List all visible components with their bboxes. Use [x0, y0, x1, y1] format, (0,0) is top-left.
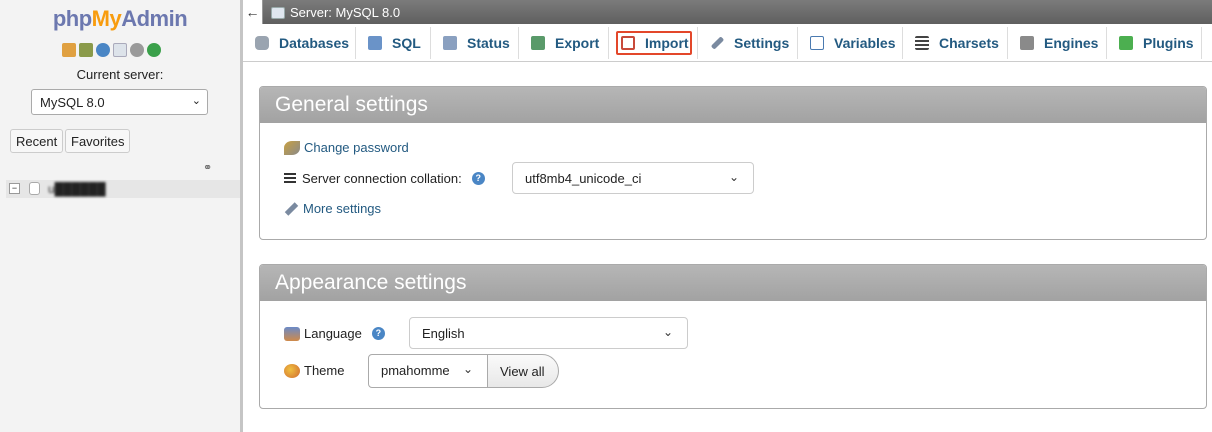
tab-plugins[interactable]: Plugins [1107, 27, 1202, 59]
wrench-icon [710, 36, 725, 50]
language-label: Language [304, 326, 362, 341]
general-settings-heading: General settings [260, 87, 1206, 123]
database-name[interactable]: u██████ [48, 182, 106, 196]
logout-icon[interactable] [79, 43, 93, 57]
language-row: Language ? [284, 326, 385, 341]
server-icon [271, 6, 285, 19]
sql-icon [368, 36, 382, 50]
sidebar-resizer[interactable] [240, 0, 243, 432]
home-icon[interactable] [62, 43, 76, 57]
appearance-settings-panel: Appearance settings Language ? English ⌄… [259, 264, 1207, 409]
recent-button[interactable]: Recent [10, 129, 64, 153]
database-icon [255, 36, 269, 50]
tab-databases-label: Databases [279, 35, 350, 51]
tab-databases[interactable]: Databases [243, 27, 356, 59]
tab-settings[interactable]: Settings [698, 27, 798, 59]
wrench-icon [284, 201, 299, 216]
chevron-down-icon: ⌄ [728, 170, 739, 184]
export-icon [531, 36, 545, 50]
favorites-button[interactable]: Favorites [65, 129, 131, 153]
more-settings-row: More settings [284, 201, 381, 216]
status-icon [443, 36, 457, 50]
theme-select-value: pmahomme [381, 363, 450, 378]
link-icon[interactable]: ⚭ [203, 161, 212, 174]
key-icon [284, 140, 300, 155]
tab-status-label: Status [467, 35, 510, 51]
theme-row: Theme [284, 363, 344, 378]
docs-icon[interactable] [113, 43, 127, 57]
variables-icon [810, 36, 824, 50]
server-breadcrumb-label: Server: MySQL 8.0 [290, 5, 401, 20]
top-bar: ← Server: MySQL 8.0 [243, 0, 1212, 24]
language-select-value: English [422, 326, 465, 341]
tab-sql[interactable]: SQL [356, 27, 431, 59]
tab-variables-label: Variables [834, 35, 896, 51]
logo-admin: Admin [121, 6, 188, 31]
tab-status[interactable]: Status [431, 27, 519, 59]
general-settings-panel: General settings Change password Server … [259, 86, 1207, 240]
collation-row: Server connection collation: ? [284, 171, 485, 186]
logo-my: My [91, 6, 122, 31]
palette-icon [284, 363, 300, 378]
tab-charsets-label: Charsets [939, 35, 999, 51]
charsets-icon [915, 36, 929, 50]
database-icon [29, 182, 40, 195]
tab-sql-label: SQL [392, 35, 421, 51]
engines-icon [1020, 36, 1034, 50]
plugin-icon [1119, 36, 1133, 50]
chevron-down-icon: ⌄ [462, 362, 473, 376]
theme-label: Theme [304, 363, 345, 378]
collapse-toggle-icon[interactable]: − [9, 183, 20, 194]
help-icon[interactable] [96, 43, 110, 57]
server-select[interactable]: MySQL 8.0 ⌄ [31, 89, 208, 115]
help-icon[interactable]: ? [371, 327, 385, 340]
tab-export[interactable]: Export [519, 27, 609, 59]
chevron-down-icon: ⌄ [662, 325, 673, 339]
logo-php: php [52, 6, 92, 31]
collapse-sidebar-button[interactable]: ← [243, 0, 263, 24]
help-icon[interactable]: ? [471, 172, 485, 185]
collation-select[interactable]: utf8mb4_unicode_ci ⌄ [512, 162, 754, 194]
navigation-panel: phpMyAdmin Current server: MySQL 8.0 ⌄ R… [0, 0, 240, 432]
change-password-row: Change password [284, 140, 409, 155]
server-tabs: Databases SQL Status Export Import Setti… [243, 24, 1212, 62]
collation-select-value: utf8mb4_unicode_ci [525, 171, 642, 186]
tab-engines[interactable]: Engines [1008, 27, 1107, 59]
tab-engines-label: Engines [1044, 35, 1099, 51]
chevron-down-icon: ⌄ [191, 95, 201, 107]
theme-select[interactable]: pmahomme ⌄ [368, 354, 488, 388]
reload-icon[interactable] [147, 43, 161, 57]
breadcrumb[interactable]: Server: MySQL 8.0 [271, 5, 400, 20]
server-select-value: MySQL 8.0 [40, 95, 105, 110]
list-icon [284, 173, 296, 184]
import-tab-highlight [616, 31, 692, 55]
nav-icon-bar [62, 43, 161, 57]
appearance-settings-heading: Appearance settings [260, 265, 1206, 301]
tab-export-label: Export [555, 35, 600, 51]
collation-label: Server connection collation: [302, 171, 462, 186]
tab-settings-label: Settings [734, 35, 790, 51]
language-select[interactable]: English ⌄ [409, 317, 688, 349]
phpmyadmin-logo[interactable]: phpMyAdmin [0, 6, 240, 32]
change-password-link[interactable]: Change password [304, 140, 409, 155]
gear-icon[interactable] [130, 43, 144, 57]
view-all-themes-button[interactable]: View all [487, 354, 559, 388]
tab-plugins-label: Plugins [1143, 35, 1194, 51]
database-tree-item[interactable]: − u██████ [6, 180, 240, 198]
tab-variables[interactable]: Variables [798, 27, 903, 59]
tab-charsets[interactable]: Charsets [903, 27, 1008, 59]
more-settings-link[interactable]: More settings [303, 201, 381, 216]
language-icon [284, 326, 300, 341]
current-server-label: Current server: [76, 67, 164, 82]
